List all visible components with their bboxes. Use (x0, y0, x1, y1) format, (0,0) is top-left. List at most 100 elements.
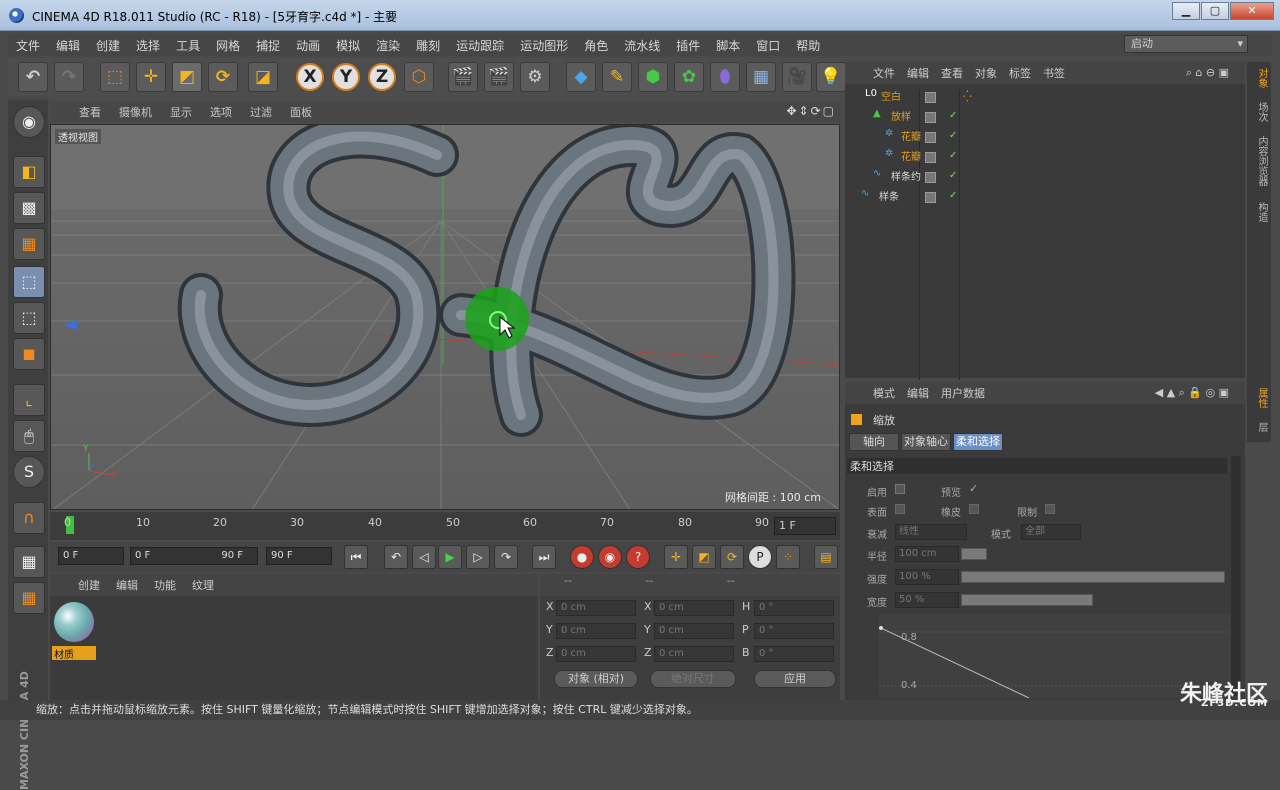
record-keys-icon[interactable]: ● (570, 545, 594, 569)
tab-content-browser[interactable]: 内容浏览器 (1249, 136, 1269, 186)
render-picture-viewer-icon[interactable]: 🎬 (484, 62, 514, 92)
axis-mode-icon[interactable]: ⌞ (13, 384, 45, 416)
visibility-toggle[interactable] (925, 112, 936, 123)
material-menu-function[interactable]: 功能 (146, 577, 184, 593)
tweak-mode-icon[interactable]: 🖱 (13, 420, 45, 452)
start-frame-field[interactable]: 0 F (58, 547, 124, 565)
viewport-menu-panel[interactable]: 面板 (281, 104, 321, 120)
object-row[interactable]: ∿ 样条约 ✓ (845, 168, 1245, 188)
object-menu-file[interactable]: 文件 (867, 65, 901, 81)
menu-select[interactable]: 选择 (128, 37, 168, 54)
scale-tool-icon[interactable]: ◩ (172, 62, 202, 92)
menu-script[interactable]: 脚本 (708, 37, 748, 54)
menu-sculpt[interactable]: 雕刻 (408, 37, 448, 54)
object-name[interactable]: 花瓣 (901, 148, 921, 163)
current-frame-field[interactable]: 1 F (774, 517, 836, 535)
make-editable-icon[interactable]: ◉ (13, 106, 45, 138)
tab-axis[interactable]: 轴向 (849, 433, 899, 451)
selection-tool-icon[interactable]: ⬚ (100, 62, 130, 92)
undo-button[interactable]: ↶ (18, 62, 48, 92)
points-mode-icon[interactable]: ⬚ (13, 266, 45, 298)
width-slider[interactable] (961, 594, 1093, 606)
object-menu-view[interactable]: 查看 (935, 65, 969, 81)
object-name[interactable]: 样条 (879, 188, 899, 203)
attr-nav-icons[interactable]: ◀ ▲ ⌕ 🔒 ◎ ▣ (1149, 386, 1235, 400)
viewport-menu-cameras[interactable]: 摄像机 (110, 104, 161, 120)
minimize-button[interactable]: ▁ (1172, 2, 1200, 20)
falloff-dropdown[interactable]: 线性 (895, 524, 967, 540)
attr-menu-edit[interactable]: 编辑 (901, 385, 935, 401)
attr-scrollbar[interactable] (1231, 456, 1241, 696)
position-z-field[interactable]: 0 cm (556, 646, 636, 662)
coordinate-mode-dropdown[interactable]: 对象 (相对) (554, 670, 638, 688)
z-axis-lock-button[interactable]: Z (368, 63, 396, 91)
menu-window[interactable]: 窗口 (748, 37, 788, 54)
size-mode-dropdown[interactable]: 绝对尺寸 (650, 670, 736, 688)
model-mode-icon[interactable]: ◧ (13, 156, 45, 188)
key-parameter-icon[interactable]: P (748, 545, 772, 569)
material-menu-edit[interactable]: 编辑 (108, 577, 146, 593)
subdivision-surface-icon[interactable]: ⬢ (638, 62, 668, 92)
apply-button[interactable]: 应用 (754, 670, 836, 688)
keyframe-selection-icon[interactable]: ? (626, 545, 650, 569)
material-name[interactable]: 材质 (52, 646, 96, 661)
enabled-check-icon[interactable]: ✓ (949, 130, 957, 141)
object-name[interactable]: 放样 (891, 108, 911, 123)
position-x-field[interactable]: 0 cm (556, 600, 636, 616)
previous-frame-icon[interactable]: ◁ (412, 545, 436, 569)
maximize-button[interactable]: ▢ (1201, 2, 1229, 20)
rotate-tool-icon[interactable]: ⟳ (208, 62, 238, 92)
object-row[interactable]: ∿ 样条 ✓ (845, 188, 1245, 208)
mode-dropdown[interactable]: 全部 (1021, 524, 1081, 540)
menu-help[interactable]: 帮助 (788, 37, 828, 54)
enabled-check-icon[interactable]: ✓ (949, 190, 957, 201)
visibility-toggle[interactable] (925, 192, 936, 203)
viewport-navigation-icons[interactable]: ✥⇕⟳▢ (786, 104, 836, 118)
tab-object-axis[interactable]: 对象轴心 (901, 433, 951, 451)
surface-checkbox[interactable] (895, 504, 905, 514)
object-name[interactable]: 样条约 (891, 168, 921, 183)
object-row[interactable]: L0 空白 ⁛ (845, 88, 1245, 108)
x-axis-lock-button[interactable]: X (296, 63, 324, 91)
object-search-icons[interactable]: ⌕ ⌂ ⊖ ▣ (1180, 66, 1235, 80)
falloff-graph[interactable]: 0.8 0.4 (879, 614, 1231, 698)
deformer-icon[interactable]: ⬮ (710, 62, 740, 92)
cloner-icon[interactable]: ✿ (674, 62, 704, 92)
strength-field[interactable]: 100 % (895, 569, 959, 585)
menu-plugins[interactable]: 插件 (668, 37, 708, 54)
radius-field[interactable]: 100 cm (895, 546, 959, 562)
menu-tools[interactable]: 工具 (168, 37, 208, 54)
tag-icon[interactable]: ⁛ (963, 90, 972, 103)
viewport-menu-display[interactable]: 显示 (161, 104, 201, 120)
key-point-level-icon[interactable]: ⁘ (776, 545, 800, 569)
size-z-field[interactable]: 0 cm (654, 646, 734, 662)
perspective-viewport[interactable]: Y X 透视视图 网格间距 : 100 cm (50, 124, 840, 510)
autokey-icon[interactable]: ◉ (598, 545, 622, 569)
next-frame-icon[interactable]: ▷ (466, 545, 490, 569)
object-menu-edit[interactable]: 编辑 (901, 65, 935, 81)
tab-attributes[interactable]: 属性 (1249, 388, 1269, 408)
pen-spline-icon[interactable]: ✎ (602, 62, 632, 92)
previous-key-icon[interactable]: ↶ (384, 545, 408, 569)
workplane-mode-icon[interactable]: ▦ (13, 228, 45, 260)
size-y-field[interactable]: 0 cm (654, 623, 734, 639)
menu-create[interactable]: 创建 (88, 37, 128, 54)
visibility-toggle[interactable] (925, 92, 936, 103)
text-sweep-model[interactable] (177, 125, 796, 437)
play-icon[interactable]: ▶ (438, 545, 462, 569)
restrict-checkbox[interactable] (1045, 504, 1055, 514)
menu-motion-tracking[interactable]: 运动跟踪 (448, 37, 512, 54)
menu-snap[interactable]: 捕捉 (248, 37, 288, 54)
go-to-start-icon[interactable]: ⏮ (344, 545, 368, 569)
menu-character[interactable]: 角色 (576, 37, 616, 54)
render-view-icon[interactable]: 🎬 (448, 62, 478, 92)
tab-soft-selection[interactable]: 柔和选择 (953, 433, 1003, 451)
object-row[interactable]: ▲ 放样 ✓ (845, 108, 1245, 128)
layout-select[interactable]: 启动 (1124, 35, 1248, 53)
snapping-icon[interactable]: S (13, 456, 45, 488)
coordinate-system-icon[interactable]: ⬡ (404, 62, 434, 92)
strength-slider[interactable] (961, 571, 1225, 583)
menu-pipeline[interactable]: 流水线 (616, 37, 668, 54)
attr-menu-mode[interactable]: 模式 (867, 385, 901, 401)
last-tool-icon[interactable]: ◪ (248, 62, 278, 92)
